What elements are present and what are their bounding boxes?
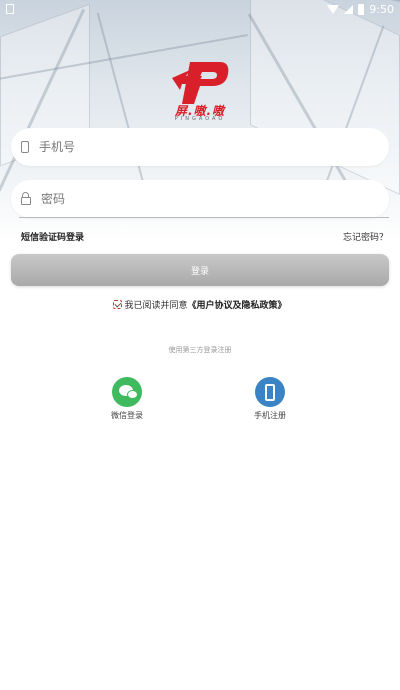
sms-login-link[interactable]: 短信验证码登录 <box>21 230 84 243</box>
signal-icon <box>344 4 354 14</box>
password-field[interactable] <box>11 180 389 218</box>
mobile-register-button[interactable]: 手机注册 <box>240 377 300 421</box>
status-bar: 9:50 <box>0 0 400 18</box>
phone-input[interactable] <box>39 140 339 154</box>
login-button[interactable]: 登录 <box>11 254 389 286</box>
login-options-row: 短信验证码登录 忘记密码？ <box>21 230 388 243</box>
lock-icon <box>21 192 31 205</box>
wechat-login-label: 微信登录 <box>111 411 143 420</box>
wechat-login-button[interactable]: 微信登录 <box>97 377 157 421</box>
mobile-register-label: 手机注册 <box>254 411 286 420</box>
notification-icon <box>6 4 14 14</box>
password-input[interactable] <box>41 192 341 206</box>
wifi-icon <box>327 4 340 14</box>
battery-icon <box>358 3 365 15</box>
mobile-phone-icon <box>255 377 285 407</box>
agreement-link[interactable]: 《用户协议及隐私政策》 <box>188 298 287 311</box>
agreement-checkbox[interactable] <box>113 300 123 309</box>
brand-subtitle: PINGAOAO <box>174 116 226 122</box>
phone-icon <box>21 141 29 153</box>
agreement-row: 我已阅读并同意 《用户协议及隐私政策》 <box>0 298 400 311</box>
agreement-text: 我已阅读并同意 <box>124 301 188 311</box>
third-party-title: 使用第三方登录注册 <box>168 346 232 354</box>
forgot-password-link[interactable]: 忘记密码？ <box>343 230 388 243</box>
wechat-icon <box>112 377 142 407</box>
password-divider <box>19 217 389 218</box>
phone-field[interactable] <box>11 128 389 166</box>
status-time: 9:50 <box>369 2 394 16</box>
